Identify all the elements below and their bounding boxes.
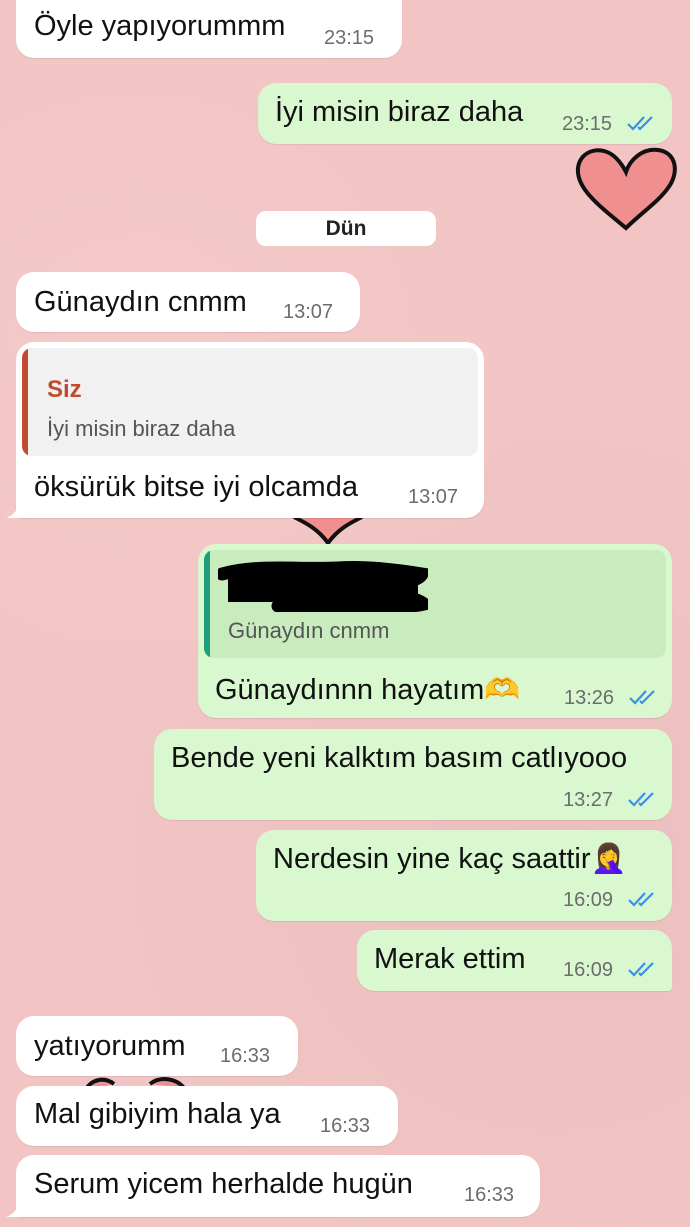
reply-quote[interactable]: Siz İyi misin biraz daha xyxy=(22,348,478,456)
read-receipt-icon xyxy=(628,792,654,807)
read-receipt-icon xyxy=(627,116,653,131)
message-text: Bende yeni kalktım basım catlıyooo xyxy=(171,742,628,774)
message-bubble-incoming[interactable]: Serum yicem herhalde hugün 16:33 xyxy=(16,1155,540,1217)
message-time: 13:07 xyxy=(283,301,334,323)
message-bubble-incoming[interactable]: Siz İyi misin biraz daha öksürük bitse i… xyxy=(16,342,484,518)
bubble-tail xyxy=(6,1203,20,1217)
reply-quote-bar xyxy=(22,348,28,456)
message-text: Günaydınnn hayatım🫶 xyxy=(215,674,521,706)
reply-quote-author: Siz xyxy=(47,376,82,403)
reply-quote[interactable]: Günaydın cnmm xyxy=(204,550,666,658)
reply-quote-text: İyi misin biraz daha xyxy=(47,416,236,441)
message-text: Nerdesin yine kaç saattir🤦‍♀️ xyxy=(273,843,627,875)
message-time: 13:26 xyxy=(564,687,615,709)
heart-doodle xyxy=(293,515,363,545)
message-bubble-outgoing[interactable]: Merak ettim 16:09 xyxy=(357,930,672,991)
heart-doodle xyxy=(575,147,677,231)
read-receipt-icon xyxy=(628,962,654,977)
redacted-name-scribble xyxy=(218,560,428,612)
message-text: Merak ettim xyxy=(374,943,526,975)
reply-quote-text: Günaydın cnmm xyxy=(228,618,390,643)
message-text: Serum yicem herhalde hugün xyxy=(34,1168,413,1200)
message-bubble-outgoing[interactable]: Nerdesin yine kaç saattir🤦‍♀️ 16:09 xyxy=(256,830,672,921)
message-bubble-incoming[interactable]: Günaydın cnmm 13:07 xyxy=(16,272,360,332)
message-text: Mal gibiyim hala ya xyxy=(34,1098,281,1130)
message-time: 16:33 xyxy=(320,1115,371,1137)
message-bubble-incoming[interactable]: Mal gibiyim hala ya 16:33 xyxy=(16,1086,398,1146)
read-receipt-icon xyxy=(629,690,655,705)
message-time: 16:33 xyxy=(464,1184,515,1206)
message-bubble-outgoing[interactable]: Günaydın cnmm Günaydınnn hayatım🫶 13:26 xyxy=(198,544,672,718)
message-bubble-incoming[interactable]: yatıyorumm 16:33 xyxy=(16,1016,298,1076)
message-time: 13:27 xyxy=(563,789,614,811)
bubble-tail xyxy=(6,504,20,518)
message-time: 16:33 xyxy=(220,1045,271,1067)
message-time: 16:09 xyxy=(563,889,614,911)
message-bubble-incoming[interactable]: Öyle yapıyorummm 23:15 xyxy=(16,0,402,58)
message-text: öksürük bitse iyi olcamda xyxy=(34,471,358,503)
message-text: İyi misin biraz daha xyxy=(275,96,524,128)
reply-quote-bar xyxy=(204,550,210,658)
message-time: 16:09 xyxy=(563,959,614,981)
message-bubble-outgoing[interactable]: İyi misin biraz daha 23:15 xyxy=(258,83,672,144)
message-text: Günaydın cnmm xyxy=(34,286,247,318)
message-text: yatıyorumm xyxy=(34,1030,186,1062)
read-receipt-icon xyxy=(628,892,654,907)
message-time: 23:15 xyxy=(562,113,613,135)
message-bubble-outgoing[interactable]: Bende yeni kalktım basım catlıyooo 13:27 xyxy=(154,729,672,820)
message-text: Öyle yapıyorummm xyxy=(34,10,286,42)
date-divider: Dün xyxy=(256,211,436,246)
message-time: 23:15 xyxy=(324,27,375,49)
message-time: 13:07 xyxy=(408,486,459,508)
